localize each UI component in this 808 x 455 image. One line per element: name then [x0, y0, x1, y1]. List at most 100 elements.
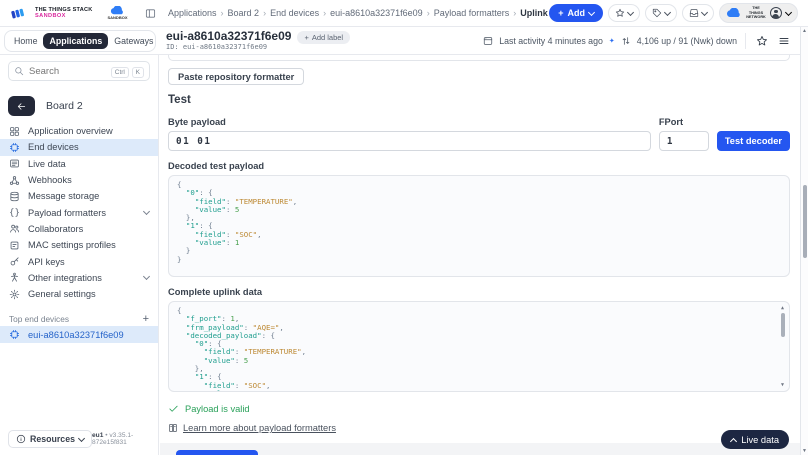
- live-data-button[interactable]: Live data: [721, 430, 789, 449]
- sub-header: HomeApplicationsGateways eui-a8610a32371…: [0, 27, 800, 55]
- device-icon: [9, 142, 20, 153]
- chevron-down-icon: [785, 8, 792, 15]
- star-icon: [615, 8, 625, 18]
- save-changes-button[interactable]: Save changes: [176, 450, 258, 455]
- tab-applications[interactable]: Applications: [43, 33, 108, 49]
- breadcrumb-item[interactable]: eui-a8610a32371f6e09: [330, 8, 423, 18]
- paste-repository-formatter-button[interactable]: Paste repository formatter: [168, 68, 304, 85]
- tags-menu-button[interactable]: [645, 4, 677, 22]
- chevron-down-icon: [143, 273, 150, 280]
- scroll-down-icon[interactable]: ▼: [781, 381, 784, 389]
- breadcrumb-item[interactable]: End devices: [270, 8, 319, 18]
- storage-icon: [9, 191, 20, 202]
- sidebar-item-mac-settings-profiles[interactable]: MAC settings profiles: [0, 237, 158, 253]
- last-activity-text: Last activity 4 minutes ago: [499, 36, 603, 46]
- scroll-up-icon[interactable]: ▲: [801, 28, 808, 34]
- key-icon: [9, 256, 20, 267]
- brand-line2: SANDBOX: [35, 13, 92, 19]
- sidebar-item-other-integrations[interactable]: Other integrations: [0, 270, 158, 286]
- byte-payload-label: Byte payload: [168, 117, 651, 127]
- decoded-test-payload-label: Decoded test payload: [168, 161, 790, 171]
- complete-uplink-data-label: Complete uplink data: [168, 287, 790, 297]
- cloud-icon: [726, 8, 742, 18]
- sidebar-item-application-overview[interactable]: Application overview: [0, 123, 158, 139]
- sidebar-item-payload-formatters[interactable]: Payload formatters: [0, 204, 158, 220]
- search-input[interactable]: [29, 66, 106, 77]
- sidebar-item-label: MAC settings profiles: [28, 240, 116, 250]
- sidebar-item-end-devices[interactable]: End devices: [0, 139, 158, 155]
- logo-zone: THE THINGS STACK SANDBOX SANDBOX: [0, 6, 160, 21]
- people-icon: [9, 223, 20, 234]
- complete-uplink-data-code[interactable]: { "f_port": 1, "frm_payload": "AQE=", "d…: [168, 301, 790, 392]
- resources-button[interactable]: Resources: [8, 430, 92, 448]
- decoded-test-payload-code[interactable]: { "0": { "field": "TEMPERATURE", "value"…: [168, 175, 790, 277]
- breadcrumb-item[interactable]: Payload formatters: [434, 8, 510, 18]
- breadcrumb: Applications›Board 2›End devices›eui-a86…: [168, 8, 548, 18]
- hamburger-icon: [778, 35, 790, 47]
- cloud-badge-label: SANDBOX: [107, 16, 127, 20]
- sidebar-item-collaborators[interactable]: Collaborators: [0, 221, 158, 237]
- network-account-menu[interactable]: THE THINGSNETWORK: [719, 3, 798, 23]
- grid-icon: [9, 126, 20, 137]
- page-title: eui-a8610a32371f6e09: [166, 30, 291, 43]
- gear-icon: [9, 289, 20, 300]
- breadcrumb-item[interactable]: Applications: [168, 8, 217, 18]
- live-data-label: Live data: [741, 435, 779, 445]
- sidebar-item-webhooks[interactable]: Webhooks: [0, 172, 158, 188]
- byte-payload-input[interactable]: [168, 131, 651, 151]
- header-actions: + Add THE THINGSNETWORK: [549, 3, 808, 23]
- arrow-left-icon: [16, 101, 27, 112]
- tab-home[interactable]: Home: [8, 33, 43, 49]
- add-button[interactable]: + Add: [549, 4, 603, 22]
- sidebar-item-live-data[interactable]: Live data: [0, 156, 158, 172]
- page-scrollbar[interactable]: ▲ ▼: [800, 27, 808, 455]
- search-box[interactable]: Ctrl K: [8, 61, 150, 81]
- add-end-device-button[interactable]: +: [143, 314, 149, 325]
- breadcrumb-separator: ›: [513, 8, 516, 18]
- application-name: Board 2: [46, 100, 83, 112]
- tab-gateways[interactable]: Gateways: [108, 33, 159, 49]
- brand-text: THE THINGS STACK SANDBOX: [35, 7, 92, 20]
- tag-icon: [652, 8, 662, 18]
- breadcrumb-item[interactable]: Board 2: [228, 8, 260, 18]
- search-shortcut: Ctrl K: [111, 66, 144, 77]
- scroll-up-icon[interactable]: ▲: [781, 304, 784, 312]
- traffic-counts: 4,106 up / 91 (Nwk) down: [637, 36, 737, 46]
- formatter-editor-cutoff: [168, 55, 790, 61]
- sidebar-item-message-storage[interactable]: Message storage: [0, 188, 158, 204]
- code-scrollbar[interactable]: ▲ ▼: [778, 304, 787, 389]
- sidebar-item-label: Webhooks: [28, 175, 72, 185]
- sidebar-item-general-settings[interactable]: General settings: [0, 286, 158, 302]
- chevron-down-icon: [143, 208, 150, 215]
- scrollbar-thumb[interactable]: [803, 185, 807, 258]
- kbd-ctrl: Ctrl: [111, 67, 129, 78]
- device-id: ID: eui-a8610a32371f6e09: [166, 43, 291, 51]
- top-end-device-item[interactable]: eui-a8610a32371f6e09: [0, 326, 158, 343]
- device-menu-button[interactable]: [776, 33, 792, 49]
- inbox-menu-button[interactable]: [682, 4, 714, 22]
- learn-more-link[interactable]: Learn more about payload formatters: [183, 423, 336, 433]
- starred-menu-button[interactable]: [608, 4, 640, 22]
- check-icon: [168, 403, 179, 414]
- test-decoder-button[interactable]: Test decoder: [717, 131, 790, 151]
- sidebar-item-api-keys[interactable]: API keys: [0, 253, 158, 269]
- live-indicator-icon: ✦: [609, 37, 615, 45]
- application-icon: [483, 36, 493, 46]
- plus-icon: +: [558, 8, 563, 18]
- end-device-name: eui-a8610a32371f6e09: [28, 330, 124, 340]
- sidebar-item-label: End devices: [28, 142, 79, 152]
- sidebar-toggle-icon[interactable]: [145, 8, 156, 19]
- breadcrumb-separator: ›: [323, 8, 326, 18]
- breadcrumb-item[interactable]: Uplink: [520, 8, 548, 18]
- tts-flags-logo-icon: [8, 6, 28, 21]
- back-button[interactable]: [8, 96, 35, 116]
- scroll-down-icon[interactable]: ▼: [801, 448, 808, 454]
- resources-label: Resources: [30, 434, 75, 444]
- breadcrumb-separator: ›: [263, 8, 266, 18]
- fport-input[interactable]: [659, 131, 709, 151]
- add-label-button[interactable]: + Add label: [297, 31, 350, 44]
- uplink-json: { "f_port": 1, "frm_payload": "AQE=", "d…: [177, 306, 306, 392]
- scrollbar-thumb[interactable]: [781, 313, 785, 337]
- chevron-down-icon: [588, 8, 595, 15]
- bookmark-device-button[interactable]: [754, 33, 770, 49]
